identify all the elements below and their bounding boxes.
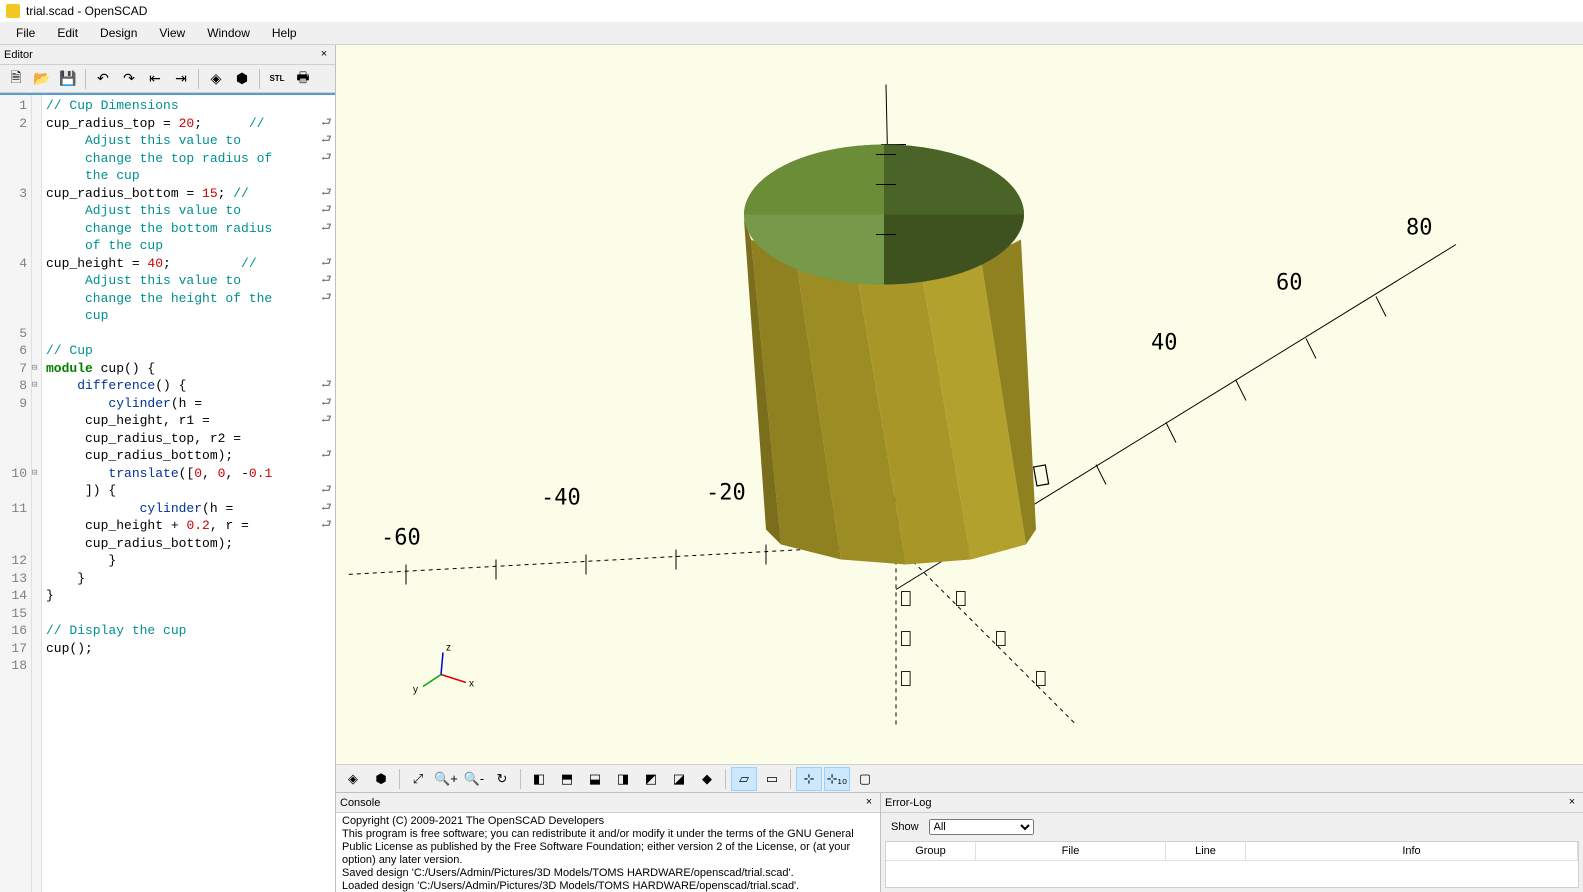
console-output[interactable]: Copyright (C) 2009-2021 The OpenSCAD Dev… <box>336 813 880 892</box>
console-line: Copyright (C) 2009-2021 The OpenSCAD Dev… <box>342 815 874 828</box>
editor-toolbar: 🗎 📂 💾 ↶ ↷ ⇤ ⇥ ◈ ⬢ STL 🖶 <box>0 65 335 93</box>
window-title: trial.scad - OpenSCAD <box>26 4 147 18</box>
orthographic-icon[interactable]: ▭ <box>759 767 785 791</box>
col-file[interactable]: File <box>976 842 1166 860</box>
view-top-icon[interactable]: ⬒ <box>554 767 580 791</box>
zoom-all-icon[interactable]: ⤢ <box>405 767 431 791</box>
line-number-gutter: 1 2 3 4 5 6 7 8 9 10 11 12 13 14 15 16 1… <box>0 95 32 892</box>
error-filter-select[interactable]: All <box>929 819 1034 835</box>
indent-icon[interactable]: ⇥ <box>169 67 193 91</box>
open-icon[interactable]: 📂 <box>30 67 54 91</box>
cup-model <box>744 145 1036 565</box>
zoom-in-icon[interactable]: 🔍+ <box>433 767 459 791</box>
col-info[interactable]: Info <box>1246 842 1578 860</box>
error-log-title: Error-Log <box>885 797 931 809</box>
menu-window[interactable]: Window <box>197 23 260 43</box>
console-title: Console <box>340 797 380 809</box>
editor-header: Editor × <box>0 45 335 65</box>
view-bottom-icon[interactable]: ⬓ <box>582 767 608 791</box>
svg-text:⎕: ⎕ <box>901 630 911 649</box>
show-label: Show <box>891 821 919 833</box>
col-line[interactable]: Line <box>1166 842 1246 860</box>
console-line: Saved design 'C:/Users/Admin/Pictures/3D… <box>342 867 874 880</box>
view-back-icon[interactable]: ◪ <box>666 767 692 791</box>
menu-view[interactable]: View <box>149 23 195 43</box>
svg-text:-20: -20 <box>706 481 746 506</box>
bottom-panes: Console × Copyright (C) 2009-2021 The Op… <box>336 792 1583 892</box>
fold-gutter[interactable]: ⊟ ⊟ ⊟ <box>32 95 42 892</box>
preview-icon[interactable]: ◈ <box>204 67 228 91</box>
right-pane: ⎕ 40 60 80 <box>336 45 1583 892</box>
unindent-icon[interactable]: ⇤ <box>143 67 167 91</box>
svg-text:⎕: ⎕ <box>901 590 911 609</box>
title-bar: trial.scad - OpenSCAD <box>0 0 1583 22</box>
perspective-icon[interactable]: ▱ <box>731 767 757 791</box>
editor-pane: Editor × 🗎 📂 💾 ↶ ↷ ⇤ ⇥ ◈ ⬢ STL 🖶 1 2 3 4… <box>0 45 336 892</box>
view-front-icon[interactable]: ◩ <box>638 767 664 791</box>
menu-help[interactable]: Help <box>262 23 307 43</box>
show-crosshair-icon[interactable]: ▢ <box>852 767 878 791</box>
console-line: Loaded design 'C:/Users/Admin/Pictures/3… <box>342 880 874 892</box>
zoom-out-icon[interactable]: 🔍- <box>461 767 487 791</box>
3d-viewport[interactable]: ⎕ 40 60 80 <box>336 45 1583 764</box>
redo-icon[interactable]: ↷ <box>117 67 141 91</box>
view-left-icon[interactable]: ◨ <box>610 767 636 791</box>
render-icon[interactable]: ⬢ <box>230 67 254 91</box>
show-scale-icon[interactable]: ⊹₁₀ <box>824 767 850 791</box>
wrap-indicator: ⮐ ⮐ ⮐ ⮐ ⮐ ⮐ ⮐ ⮐ ⮐ ⮐ ⮐ ⮐ ⮐ ⮐ ⮐ ⮐ <box>321 97 333 892</box>
main-area: Editor × 🗎 📂 💾 ↶ ↷ ⇤ ⇥ ◈ ⬢ STL 🖶 1 2 3 4… <box>0 45 1583 892</box>
svg-text:y: y <box>413 685 418 696</box>
console-line: This program is free software; you can r… <box>342 828 874 867</box>
undo-icon[interactable]: ↶ <box>91 67 115 91</box>
new-icon[interactable]: 🗎 <box>4 67 28 91</box>
svg-text:-60: -60 <box>381 526 421 551</box>
svg-text:z: z <box>446 643 451 654</box>
app-icon <box>6 4 20 18</box>
error-log-controls: Show All <box>881 813 1583 841</box>
close-icon[interactable]: × <box>862 796 876 810</box>
menu-edit[interactable]: Edit <box>47 23 88 43</box>
console-pane: Console × Copyright (C) 2009-2021 The Op… <box>336 793 881 892</box>
editor-title: Editor <box>4 49 33 61</box>
menu-bar: File Edit Design View Window Help <box>0 22 1583 45</box>
export-stl-icon[interactable]: STL <box>265 67 289 91</box>
svg-text:⎕: ⎕ <box>956 590 966 609</box>
viewport-toolbar: ◈ ⬢ ⤢ 🔍+ 🔍- ↻ ◧ ⬒ ⬓ ◨ ◩ ◪ ◆ ▱ ▭ ⊹ ⊹₁₀ ▢ <box>336 764 1583 792</box>
table-header-row: Group File Line Info <box>886 842 1578 861</box>
render-icon[interactable]: ⬢ <box>368 767 394 791</box>
save-icon[interactable]: 💾 <box>56 67 80 91</box>
error-log-pane: Error-Log × Show All Group File Line Inf… <box>881 793 1583 892</box>
preview-icon[interactable]: ◈ <box>340 767 366 791</box>
svg-text:-40: -40 <box>541 486 581 511</box>
code-editor[interactable]: 1 2 3 4 5 6 7 8 9 10 11 12 13 14 15 16 1… <box>0 93 335 892</box>
svg-text:80: 80 <box>1406 216 1433 241</box>
reset-view-icon[interactable]: ↻ <box>489 767 515 791</box>
close-icon[interactable]: × <box>317 48 331 62</box>
error-log-header: Error-Log × <box>881 793 1583 813</box>
svg-text:⎕: ⎕ <box>1036 670 1046 689</box>
close-icon[interactable]: × <box>1565 796 1579 810</box>
svg-text:40: 40 <box>1151 331 1178 356</box>
svg-text:60: 60 <box>1276 271 1303 296</box>
console-header: Console × <box>336 793 880 813</box>
svg-text:⎕: ⎕ <box>996 630 1006 649</box>
col-group[interactable]: Group <box>886 842 976 860</box>
code-body[interactable]: // Cup Dimensions cup_radius_top = 20; /… <box>42 95 335 892</box>
svg-text:⎕: ⎕ <box>901 670 911 689</box>
menu-file[interactable]: File <box>6 23 45 43</box>
print-icon[interactable]: 🖶 <box>291 67 315 91</box>
view-right-icon[interactable]: ◧ <box>526 767 552 791</box>
show-axes-icon[interactable]: ⊹ <box>796 767 822 791</box>
svg-text:x: x <box>469 679 474 690</box>
view-diagonal-icon[interactable]: ◆ <box>694 767 720 791</box>
error-table[interactable]: Group File Line Info <box>885 841 1579 888</box>
menu-design[interactable]: Design <box>90 23 147 43</box>
